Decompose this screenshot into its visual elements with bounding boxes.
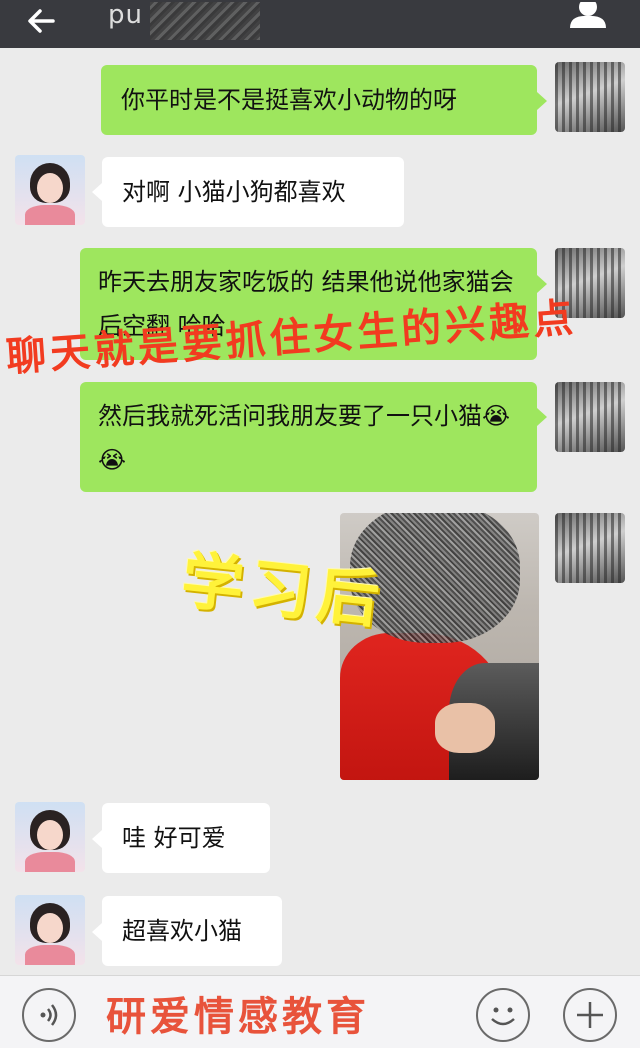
bubble-tail: [92, 830, 102, 848]
bubble-tail: [92, 923, 102, 941]
person-icon[interactable]: [568, 2, 608, 28]
emoji-button[interactable]: [476, 988, 530, 1042]
message-bubble-incoming[interactable]: 超喜欢小猫: [102, 896, 282, 966]
photo-hands: [435, 703, 495, 753]
plus-icon: [577, 1002, 603, 1028]
plus-button[interactable]: [563, 988, 617, 1042]
caption-bottom: 研爱情感教育: [106, 993, 370, 1040]
avatar-body: [25, 945, 75, 965]
avatar-face: [37, 173, 63, 203]
contact-avatar[interactable]: [15, 155, 85, 225]
avatar-face: [37, 820, 63, 850]
my-avatar[interactable]: [555, 62, 625, 132]
chat-header: pu: [0, 0, 640, 48]
input-bar: 研爱情感教育: [0, 975, 640, 1048]
bubble-tail: [537, 408, 547, 426]
message-bubble-outgoing[interactable]: 你平时是不是挺喜欢小动物的呀: [101, 65, 537, 135]
avatar-face: [37, 913, 63, 943]
message-bubble-incoming[interactable]: 哇 好可爱: [102, 803, 270, 873]
emoji-icon: [491, 1007, 515, 1026]
my-avatar[interactable]: [555, 513, 625, 583]
voice-button[interactable]: [22, 988, 76, 1042]
contact-avatar[interactable]: [15, 895, 85, 965]
message-bubble-incoming[interactable]: 对啊 小猫小狗都喜欢: [102, 157, 404, 227]
chat-title: pu: [108, 0, 143, 30]
bubble-tail: [92, 183, 102, 201]
voice-icon: [40, 1004, 58, 1026]
avatar-body: [25, 852, 75, 872]
my-avatar[interactable]: [555, 382, 625, 452]
contact-avatar[interactable]: [15, 802, 85, 872]
arrow-left-icon[interactable]: [26, 6, 56, 36]
bubble-tail: [537, 92, 547, 110]
avatar-body: [25, 205, 75, 225]
message-bubble-outgoing[interactable]: 然后我就死活问我朋友要了一只小猫😭😭: [80, 382, 537, 492]
title-redaction: [150, 2, 260, 40]
